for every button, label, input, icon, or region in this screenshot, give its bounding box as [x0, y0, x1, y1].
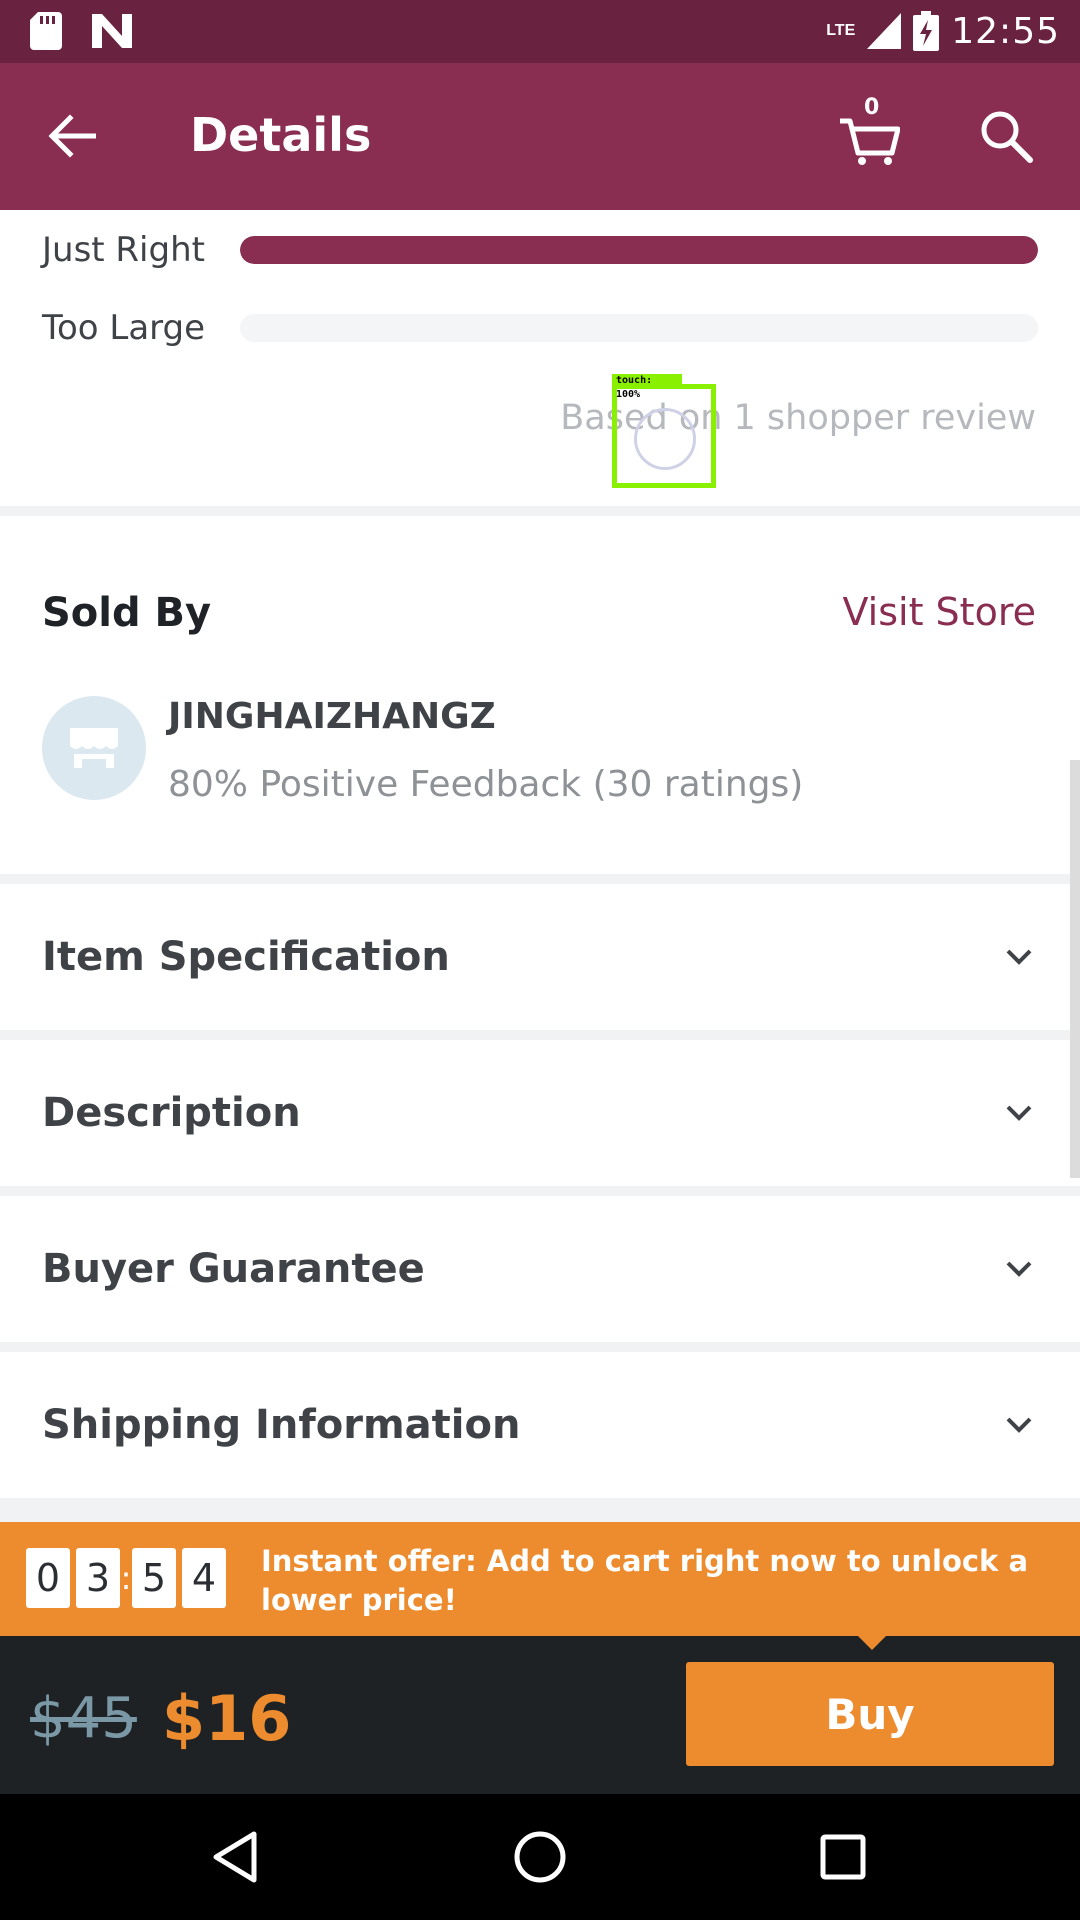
sold-by-title: Sold By [42, 590, 212, 636]
store-name[interactable]: JINGHAIZHANGZ [168, 696, 496, 737]
home-circle-icon[interactable] [507, 1824, 573, 1890]
battery-charging-icon [913, 11, 940, 51]
fit-bar [240, 236, 1038, 264]
cart-count-badge: 0 [864, 95, 880, 120]
back-arrow-icon [48, 114, 96, 158]
accordion-label: Buyer Guarantee [42, 1246, 425, 1292]
fit-label: Just Right [42, 230, 205, 270]
accordion-label: Shipping Information [42, 1402, 521, 1448]
store-avatar[interactable] [42, 696, 146, 800]
network-type: LTE [826, 22, 856, 39]
scrollbar[interactable] [1070, 760, 1080, 1178]
chevron-down-icon [1006, 1417, 1032, 1433]
section-divider [0, 1186, 1080, 1196]
recents-square-icon[interactable] [810, 1824, 876, 1890]
storefront-icon [70, 728, 118, 768]
countdown-timer: 0 3 : 5 4 [26, 1548, 226, 1608]
chevron-down-icon [1006, 1105, 1032, 1121]
instant-offer-banner: 0 3 : 5 4 Instant offer: Add to cart rig… [0, 1522, 1080, 1636]
price-bar: $45 $16 Buy [0, 1636, 1080, 1794]
chevron-down-icon [1006, 949, 1032, 965]
buy-button[interactable]: Buy [686, 1662, 1054, 1766]
timer-digit: 4 [182, 1548, 226, 1608]
section-divider [0, 874, 1080, 884]
timer-digit: 0 [26, 1548, 70, 1608]
accordion-description[interactable]: Description [0, 1040, 1080, 1186]
back-triangle-icon[interactable] [204, 1824, 270, 1890]
current-price: $16 [162, 1682, 292, 1755]
visit-store-link[interactable]: Visit Store [843, 590, 1037, 634]
system-nav-bar [0, 1794, 1080, 1920]
fit-row-just-right: Just Right [42, 230, 1038, 270]
accordion-buyer-guarantee[interactable]: Buyer Guarantee [0, 1196, 1080, 1342]
status-right-icons: LTE 12:55 [826, 8, 1060, 54]
touch-label: touch: 100% [612, 374, 682, 400]
search-icon [981, 111, 1033, 163]
cart-button[interactable]: 0 [838, 95, 901, 167]
accordion-label: Description [42, 1090, 301, 1136]
back-button[interactable] [44, 108, 100, 164]
fit-label: Too Large [42, 308, 206, 348]
status-left-icons [30, 12, 132, 50]
search-button[interactable] [978, 108, 1034, 164]
section-divider [0, 506, 1080, 516]
timer-digit: 3 [76, 1548, 120, 1608]
offer-text: Instant offer: Add to cart right now to … [261, 1544, 1029, 1617]
accordion-item-specification[interactable]: Item Specification [0, 884, 1080, 1030]
fit-bar [240, 314, 1038, 342]
store-feedback: 80% Positive Feedback (30 ratings) [168, 764, 804, 805]
timer-separator: : [120, 1559, 132, 1597]
timer-digit: 5 [132, 1548, 176, 1608]
section-divider [0, 1030, 1080, 1040]
sd-card-icon [30, 12, 62, 50]
n-notification-icon [92, 14, 132, 48]
fit-row-too-large: Too Large [42, 308, 1038, 348]
accordion-label: Item Specification [42, 934, 450, 980]
signal-icon [867, 13, 902, 49]
chevron-down-icon [1006, 1261, 1032, 1277]
offer-pointer [856, 1634, 888, 1650]
original-price: $45 [30, 1686, 137, 1751]
clock: 12:55 [951, 10, 1060, 52]
page-title: Details [190, 108, 372, 162]
status-bar: LTE 12:55 [0, 0, 1080, 63]
accordion-shipping-information[interactable]: Shipping Information [0, 1352, 1080, 1498]
fit-bar-fill [240, 236, 1038, 264]
section-divider [0, 1498, 1080, 1522]
app-bar: Details 0 [0, 63, 1080, 210]
section-divider [0, 1342, 1080, 1352]
